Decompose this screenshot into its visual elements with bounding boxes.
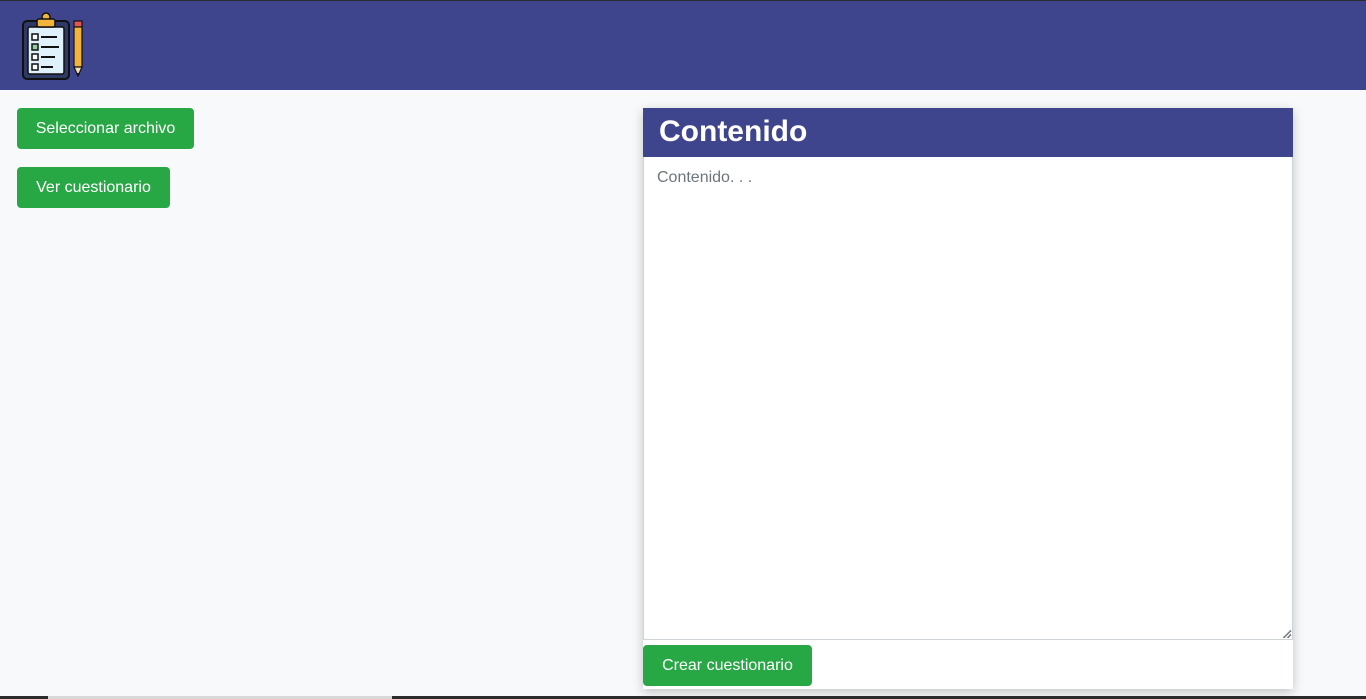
- select-file-button[interactable]: Seleccionar archivo: [17, 108, 194, 149]
- content-textarea[interactable]: [643, 157, 1293, 640]
- view-quiz-button[interactable]: Ver cuestionario: [17, 167, 170, 208]
- create-quiz-button[interactable]: Crear cuestionario: [643, 645, 812, 686]
- content-panel-title: Contenido: [659, 115, 808, 148]
- content-panel-header: Contenido: [643, 108, 1293, 157]
- content-panel: Contenido Crear cuestionario: [643, 108, 1293, 689]
- top-navbar: [0, 1, 1366, 90]
- clipboard-checklist-pencil-icon[interactable]: [20, 11, 86, 81]
